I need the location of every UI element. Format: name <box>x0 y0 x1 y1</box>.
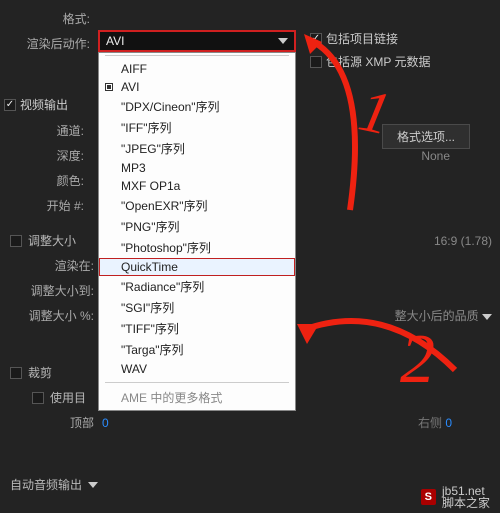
video-output-label: 视频输出 <box>20 96 68 113</box>
resize-to-label: 调整大小到: <box>10 282 102 299</box>
format-label: 格式: <box>6 10 98 27</box>
channels-label: 通道: <box>0 122 92 139</box>
dropdown-item-label: "Radiance"序列 <box>121 278 204 295</box>
dropdown-item-label: MP3 <box>121 161 146 175</box>
top-label: 顶部 <box>10 414 102 431</box>
start-label: 开始 #: <box>0 197 92 214</box>
dropdown-item[interactable]: "JPEG"序列 <box>99 138 295 159</box>
chevron-down-icon <box>88 482 98 488</box>
format-dropdown[interactable]: AVI <box>98 30 296 52</box>
dropdown-item[interactable]: AVI <box>99 78 295 96</box>
top-value[interactable]: 0 <box>102 416 109 430</box>
dropdown-item[interactable]: MXF OP1a <box>99 177 295 195</box>
right-label: 右侧 <box>418 416 442 430</box>
format-dropdown-list[interactable]: AIFF AVI "DPX/Cineon"序列 "IFF"序列 "JPEG"序列 MP3 M… <box>98 52 296 411</box>
dropdown-more-formats[interactable]: AME 中的更多格式 <box>99 387 295 408</box>
dropdown-item[interactable]: "SGI"序列 <box>99 297 295 318</box>
dropdown-item[interactable]: "TIFF"序列 <box>99 318 295 339</box>
dropdown-item[interactable]: "PNG"序列 <box>99 216 295 237</box>
chevron-down-icon <box>482 314 492 320</box>
video-output-checkbox[interactable]: ✓ 视频输出 <box>4 96 68 113</box>
use-target-label: 使用目 <box>50 389 86 406</box>
dropdown-item-label: AIFF <box>121 62 147 76</box>
right-value[interactable]: 0 <box>445 416 452 430</box>
dropdown-item[interactable]: "Targa"序列 <box>99 339 295 360</box>
dropdown-item-label: "DPX/Cineon"序列 <box>121 98 220 115</box>
watermark: S jb51.net 脚本之家 <box>421 485 490 509</box>
radio-icon <box>105 83 113 91</box>
dropdown-item-label: "PNG"序列 <box>121 218 180 235</box>
dropdown-item-label: "IFF"序列 <box>121 119 172 136</box>
watermark-name: 脚本之家 <box>442 497 490 509</box>
use-target-checkbox[interactable] <box>32 392 44 404</box>
chevron-down-icon <box>278 38 288 44</box>
dropdown-item[interactable]: "IFF"序列 <box>99 117 295 138</box>
check-icon: ✓ <box>4 99 16 111</box>
crop-label: 裁剪 <box>28 364 52 381</box>
depth-label: 深度: <box>0 147 92 164</box>
dropdown-item[interactable]: WAV <box>99 360 295 378</box>
dropdown-item[interactable]: "Photoshop"序列 <box>99 237 295 258</box>
audio-output-dropdown[interactable]: 自动音频输出 <box>10 476 82 493</box>
dropdown-item-label: MXF OP1a <box>121 179 180 193</box>
dropdown-item-label: WAV <box>121 362 147 376</box>
dropdown-item-label: QuickTime <box>121 260 178 274</box>
depth-value: None <box>421 149 450 163</box>
color-label: 颜色: <box>0 172 92 189</box>
dropdown-item[interactable]: "Radiance"序列 <box>99 276 295 297</box>
dropdown-item[interactable]: AIFF <box>99 60 295 78</box>
format-dropdown-value: AVI <box>106 34 124 48</box>
resize-checkbox[interactable] <box>10 235 22 247</box>
resize-pct-label: 调整大小 %: <box>10 307 102 324</box>
dropdown-item-label: "JPEG"序列 <box>121 140 185 157</box>
resize-at-label: 渲染在: <box>10 257 102 274</box>
dropdown-item-label: "Targa"序列 <box>121 341 184 358</box>
crop-checkbox[interactable] <box>10 367 22 379</box>
watermark-badge: S <box>421 489 436 505</box>
dropdown-item-label: "SGI"序列 <box>121 299 174 316</box>
dropdown-item[interactable]: "DPX/Cineon"序列 <box>99 96 295 117</box>
post-render-label: 渲染后动作: <box>6 35 98 52</box>
dropdown-item-label: AVI <box>121 80 139 94</box>
dropdown-item-label: "TIFF"序列 <box>121 320 179 337</box>
dropdown-item[interactable]: MP3 <box>99 159 295 177</box>
dropdown-item-label: "OpenEXR"序列 <box>121 197 208 214</box>
aspect-value: 16:9 (1.78) <box>434 234 492 248</box>
dropdown-item-label: "Photoshop"序列 <box>121 239 211 256</box>
dropdown-item[interactable]: QuickTime <box>99 258 295 276</box>
dropdown-item[interactable]: "OpenEXR"序列 <box>99 195 295 216</box>
resize-label: 调整大小 <box>28 232 76 249</box>
